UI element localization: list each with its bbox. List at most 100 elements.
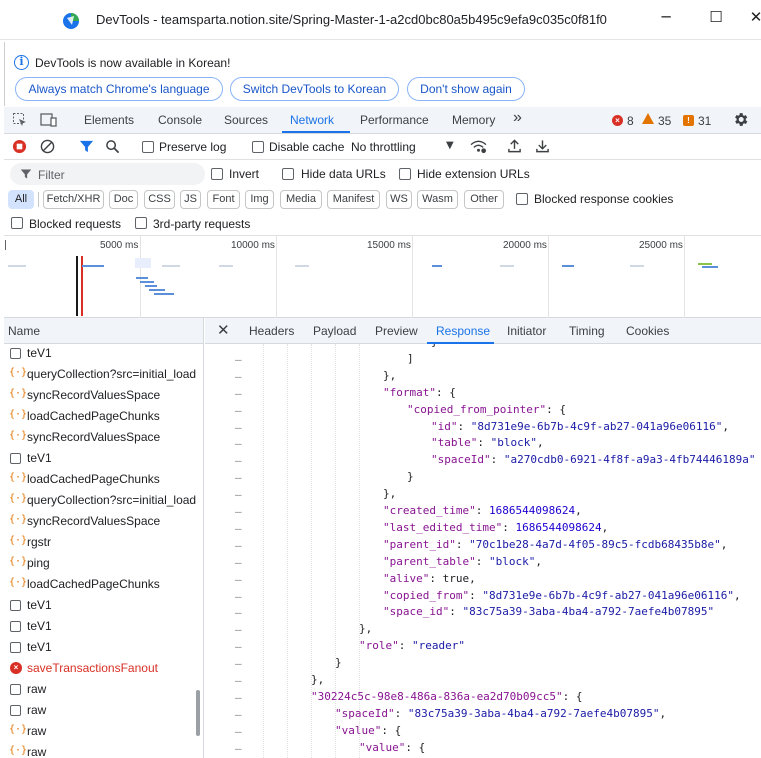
network-conditions-icon[interactable] [470,139,487,154]
type-filter-media[interactable]: Media [280,190,322,209]
chip-divider [38,192,39,207]
type-filter-manifest[interactable]: Manifest [327,190,380,209]
hide-data-urls-checkbox[interactable] [282,168,294,180]
dont-show-again-button[interactable]: Don't show again [407,77,525,101]
switch-korean-button[interactable]: Switch DevTools to Korean [230,77,399,101]
search-icon[interactable] [105,139,120,154]
match-language-button[interactable]: Always match Chrome's language [15,77,223,101]
tab-payload[interactable]: Payload [313,324,356,338]
requests-scrollbar[interactable] [196,690,200,736]
request-row[interactable]: teV1 [4,638,203,659]
tab-performance[interactable]: Performance [360,113,429,127]
network-overview-timeline[interactable]: 5000 ms 10000 ms 15000 ms 20000 ms 25000… [4,236,761,318]
request-row[interactable]: {·} loadCachedPageChunks [4,575,203,596]
device-toolbar-icon[interactable] [40,112,58,128]
tab-network[interactable]: Network [290,113,334,127]
import-har-icon[interactable] [507,138,522,154]
request-row[interactable]: {·} syncRecordValuesSpace [4,428,203,449]
timeline-selection [135,258,151,268]
message-count-icon[interactable]: ! [683,115,694,126]
tab-response[interactable]: Response [436,324,490,338]
export-har-icon[interactable] [535,138,550,154]
more-tabs-icon[interactable]: » [513,109,522,127]
record-stop-icon[interactable] [12,139,27,154]
filter-input[interactable]: Filter [10,163,205,185]
request-row[interactable]: {·} ping [4,554,203,575]
hide-data-urls-label: Hide data URLs [301,167,386,181]
tab-console[interactable]: Console [158,113,202,127]
type-filter-js[interactable]: JS [180,190,201,209]
request-row[interactable]: {·} rgstr [4,533,203,554]
requests-list[interactable]: teV1 {·} queryCollection?src=initial_load{… [4,344,204,758]
request-row[interactable]: {·} queryCollection?src=initial_load [4,491,203,512]
type-filter-doc[interactable]: Doc [109,190,138,209]
inspect-element-icon[interactable] [12,112,28,128]
type-filter-fetch-xhr[interactable]: Fetch/XHR [43,190,104,209]
fetch-json-icon: {·} [9,514,28,525]
request-row[interactable]: teV1 [4,617,203,638]
dom-content-loaded-line [76,256,78,316]
tab-sources[interactable]: Sources [224,113,268,127]
blocked-requests-checkbox[interactable] [11,217,23,229]
chevron-down-icon[interactable]: ▼ [446,140,454,151]
gutter-marker: – [235,724,242,738]
tab-timing[interactable]: Timing [569,324,605,338]
requests-name-column-header[interactable]: Name [4,318,204,344]
request-name: loadCachedPageChunks [27,577,160,591]
filter-funnel-icon[interactable] [79,139,94,154]
preserve-log-checkbox[interactable] [142,141,154,153]
type-filter-img[interactable]: Img [245,190,274,209]
type-filter-wasm[interactable]: Wasm [417,190,458,209]
gutter-marker: – [235,640,242,654]
tab-initiator[interactable]: Initiator [507,324,546,338]
blocked-response-cookies-checkbox[interactable] [516,193,528,205]
request-row[interactable]: {·} syncRecordValuesSpace [4,512,203,533]
request-row[interactable]: × saveTransactionsFanout [4,659,203,680]
timeline-request-bar [8,265,26,267]
request-row[interactable]: {·} loadCachedPageChunks [4,470,203,491]
tab-elements[interactable]: Elements [84,113,134,127]
minimize-button[interactable]: ─ [654,8,678,28]
type-filter-css[interactable]: CSS [144,190,175,209]
fetch-json-icon: {·} [9,535,28,546]
response-body-viewer[interactable]: – – – – – – – – – – – – – – – – – – – – – – – – – }]}, "format": … [205,344,761,758]
request-row[interactable]: teV1 [4,449,203,470]
close-detail-icon[interactable]: ✕ [217,321,230,339]
response-code-line: }, [359,622,373,636]
invert-checkbox[interactable] [211,168,223,180]
request-row[interactable]: teV1 [4,596,203,617]
clear-log-icon[interactable] [40,139,55,154]
error-count-icon[interactable]: × [612,115,623,126]
request-row[interactable]: {·} raw [4,743,203,758]
request-row[interactable]: raw [4,680,203,701]
tab-preview[interactable]: Preview [375,324,418,338]
close-window-button[interactable]: ✕ [744,8,761,28]
fetch-json-icon: {·} [9,472,28,483]
request-row[interactable]: raw [4,701,203,722]
disable-cache-checkbox[interactable] [252,141,264,153]
error-count: 8 [627,114,634,128]
fetch-json-icon: {·} [9,430,28,441]
warning-count-icon[interactable] [642,113,654,124]
hide-extension-urls-checkbox[interactable] [399,168,411,180]
timeline-request-bar [154,293,174,295]
throttling-select[interactable]: No throttling [351,140,416,154]
settings-gear-icon[interactable] [732,111,749,128]
response-code-line: "alive": true, [383,571,476,585]
request-row[interactable]: {·} queryCollection?src=initial_load [4,365,203,386]
type-filter-other[interactable]: Other [464,190,504,209]
request-row[interactable]: teV1 [4,344,203,365]
tab-cookies[interactable]: Cookies [626,324,669,338]
response-code-line: "value": { [335,723,402,737]
type-filter-ws[interactable]: WS [386,190,412,209]
indent-guide [263,344,264,758]
request-row[interactable]: {·} loadCachedPageChunks [4,407,203,428]
third-party-requests-checkbox[interactable] [135,217,147,229]
request-row[interactable]: {·} raw [4,722,203,743]
maximize-button[interactable]: ☐ [704,8,728,28]
tab-headers[interactable]: Headers [249,324,294,338]
type-filter-all[interactable]: All [8,190,34,209]
tab-memory[interactable]: Memory [452,113,495,127]
type-filter-font[interactable]: Font [207,190,240,209]
request-row[interactable]: {·} syncRecordValuesSpace [4,386,203,407]
